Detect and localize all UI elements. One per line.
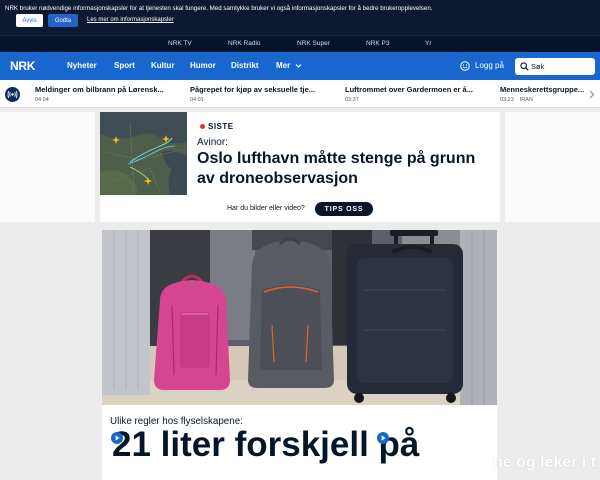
cookie-banner: NRK bruker nødvendige informasjonskapsle… xyxy=(0,0,600,35)
ticker-item[interactable]: Luftrommet over Gardermoen er å... 03:37 xyxy=(345,85,473,105)
top-story-card[interactable]: SISTE Avinor: Oslo lufthavn måtte stenge… xyxy=(100,112,500,222)
search-icon xyxy=(520,62,529,71)
radio-icon[interactable] xyxy=(5,87,20,102)
ticker-item-time: 04:01 xyxy=(190,97,204,103)
service-nav: NRK TV NRK Radio NRK Super NRK P3 Yr xyxy=(0,35,600,52)
story-headline[interactable]: Oslo lufthavn måtte stenge på grunn av d… xyxy=(197,149,489,189)
service-link-nrk-super[interactable]: NRK Super xyxy=(297,40,330,48)
live-indicator-dot xyxy=(200,124,205,129)
nav-item-mer-label: Mer xyxy=(276,61,291,70)
story-headline[interactable]: 21 liter forskjell på xyxy=(112,426,419,464)
side-card-right xyxy=(505,112,600,222)
ticker-item[interactable]: Menneskerettsgruppe... 03:23 IRAN xyxy=(500,85,584,105)
nav-item-sport[interactable]: Sport xyxy=(114,61,135,71)
play-icon[interactable] xyxy=(111,432,123,444)
nav-item-humor[interactable]: Humor xyxy=(190,61,216,71)
cookie-message: NRK bruker nødvendige informasjonskapsle… xyxy=(5,5,433,12)
login-link[interactable]: Logg på xyxy=(475,61,504,71)
nrk-logo[interactable]: NRK xyxy=(10,59,35,73)
ticker-item-time: 03:23 xyxy=(500,97,514,103)
ticker-item-title: Meldinger om bilbrann på Lørensk... xyxy=(35,85,164,94)
play-icon[interactable] xyxy=(377,432,389,444)
service-link-nrk-radio[interactable]: NRK Radio xyxy=(228,40,261,48)
main-nav: NRK Nyheter Sport Kultur Humor Distrikt … xyxy=(0,52,600,80)
ticker-item-title: Menneskerettsgruppe... xyxy=(500,85,585,94)
user-icon[interactable] xyxy=(460,61,470,71)
service-link-nrk-tv[interactable]: NRK TV xyxy=(168,40,192,48)
ticker-item-title: Luftrommet over Gardermoen er å... xyxy=(345,85,473,94)
service-link-nrk-p3[interactable]: NRK P3 xyxy=(366,40,389,48)
latest-label: SISTE xyxy=(208,122,234,131)
accept-cookies-button[interactable]: Godta xyxy=(48,14,78,27)
ticker-item-title: Pågrepet for kjøp av seksuelle tje... xyxy=(190,85,316,94)
flight-map-image xyxy=(100,112,187,195)
tips-button[interactable]: TIPS OSS xyxy=(315,202,373,216)
reject-cookies-button[interactable]: Avvis xyxy=(16,14,43,27)
ticker-item-time: 03:37 xyxy=(345,97,359,103)
chevron-right-icon[interactable] xyxy=(588,90,595,99)
cookie-info-link[interactable]: Les mer om informasjonskapsler xyxy=(87,17,174,23)
service-link-yr[interactable]: Yr xyxy=(425,40,432,48)
tip-prompt: Har du bilder eller video? xyxy=(227,205,305,212)
ticker-item[interactable]: Pågrepet for kjøp av seksuelle tje... 04… xyxy=(190,85,315,105)
luggage-photo xyxy=(102,230,497,405)
nav-item-mer[interactable]: Mer xyxy=(276,61,302,71)
story-kicker: Avinor: xyxy=(197,137,228,148)
ticker-item-tag: IRAN xyxy=(519,97,533,103)
search-label: Søk xyxy=(531,62,545,71)
second-story-card[interactable]: Ulike regler hos flyselskapene: 21 liter… xyxy=(102,230,497,480)
nav-item-kultur[interactable]: Kultur xyxy=(151,61,175,71)
side-card-left xyxy=(0,112,95,222)
latest-news-ticker: Meldinger om bilbrann på Lørensk... 04:0… xyxy=(0,80,600,108)
nav-item-distrikt[interactable]: Distrikt xyxy=(231,61,259,71)
search-input[interactable]: Søk xyxy=(515,58,595,75)
nav-item-nyheter[interactable]: Nyheter xyxy=(67,61,97,71)
chevron-down-icon xyxy=(296,63,302,68)
ticker-item[interactable]: Meldinger om bilbrann på Lørensk... 04:0… xyxy=(35,85,164,105)
side-teaser-headline[interactable]: ne og leker i t xyxy=(493,454,596,472)
ticker-item-time: 04:04 xyxy=(35,97,49,103)
